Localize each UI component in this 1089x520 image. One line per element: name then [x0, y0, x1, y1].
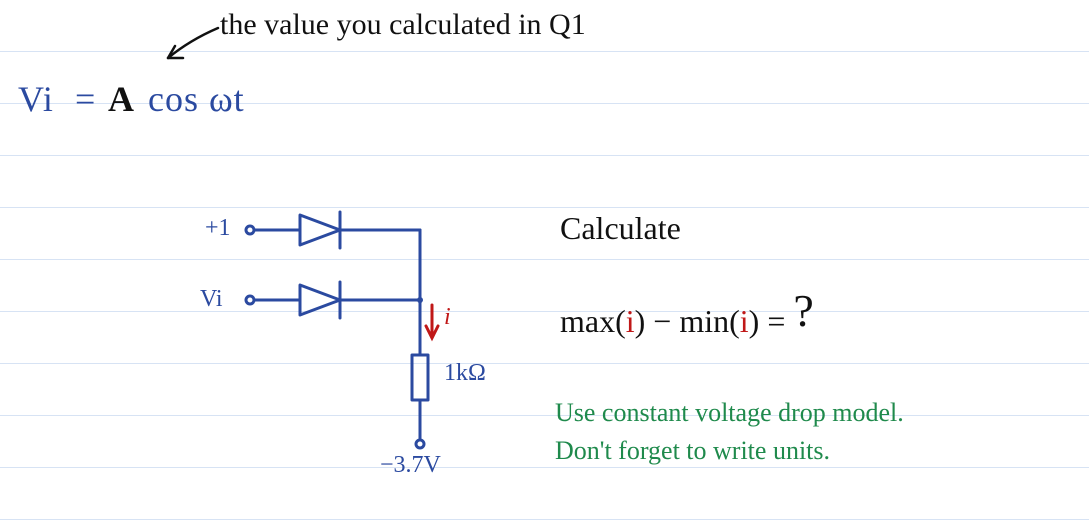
circuit-svg	[0, 0, 1089, 520]
expr-max: max(	[560, 303, 626, 339]
diode-top-triangle	[300, 215, 340, 245]
calculate-header: Calculate	[560, 210, 681, 247]
label-current-i: i	[444, 304, 451, 331]
expr-end: ) =	[749, 303, 786, 339]
expression: max(i) − min(i) = ?	[560, 290, 814, 343]
expr-i2: i	[740, 303, 749, 339]
diode-bottom-triangle	[300, 285, 340, 315]
hint-line1: Use constant voltage drop model.	[555, 398, 904, 428]
hint-line2: Don't forget to write units.	[555, 436, 830, 466]
terminal-supply	[416, 440, 424, 448]
notebook-page: the value you calculated in Q1 Vi = A co…	[0, 0, 1089, 520]
label-plus1: +1	[205, 215, 231, 242]
node-dot	[417, 297, 423, 303]
label-resistor: 1kΩ	[444, 360, 486, 387]
expr-mid: ) − min(	[635, 303, 740, 339]
expr-qmark: ?	[793, 285, 813, 336]
expr-i1: i	[626, 303, 635, 339]
resistor	[412, 355, 428, 400]
label-vi: Vi	[200, 286, 223, 313]
label-supply: −3.7V	[380, 452, 441, 479]
